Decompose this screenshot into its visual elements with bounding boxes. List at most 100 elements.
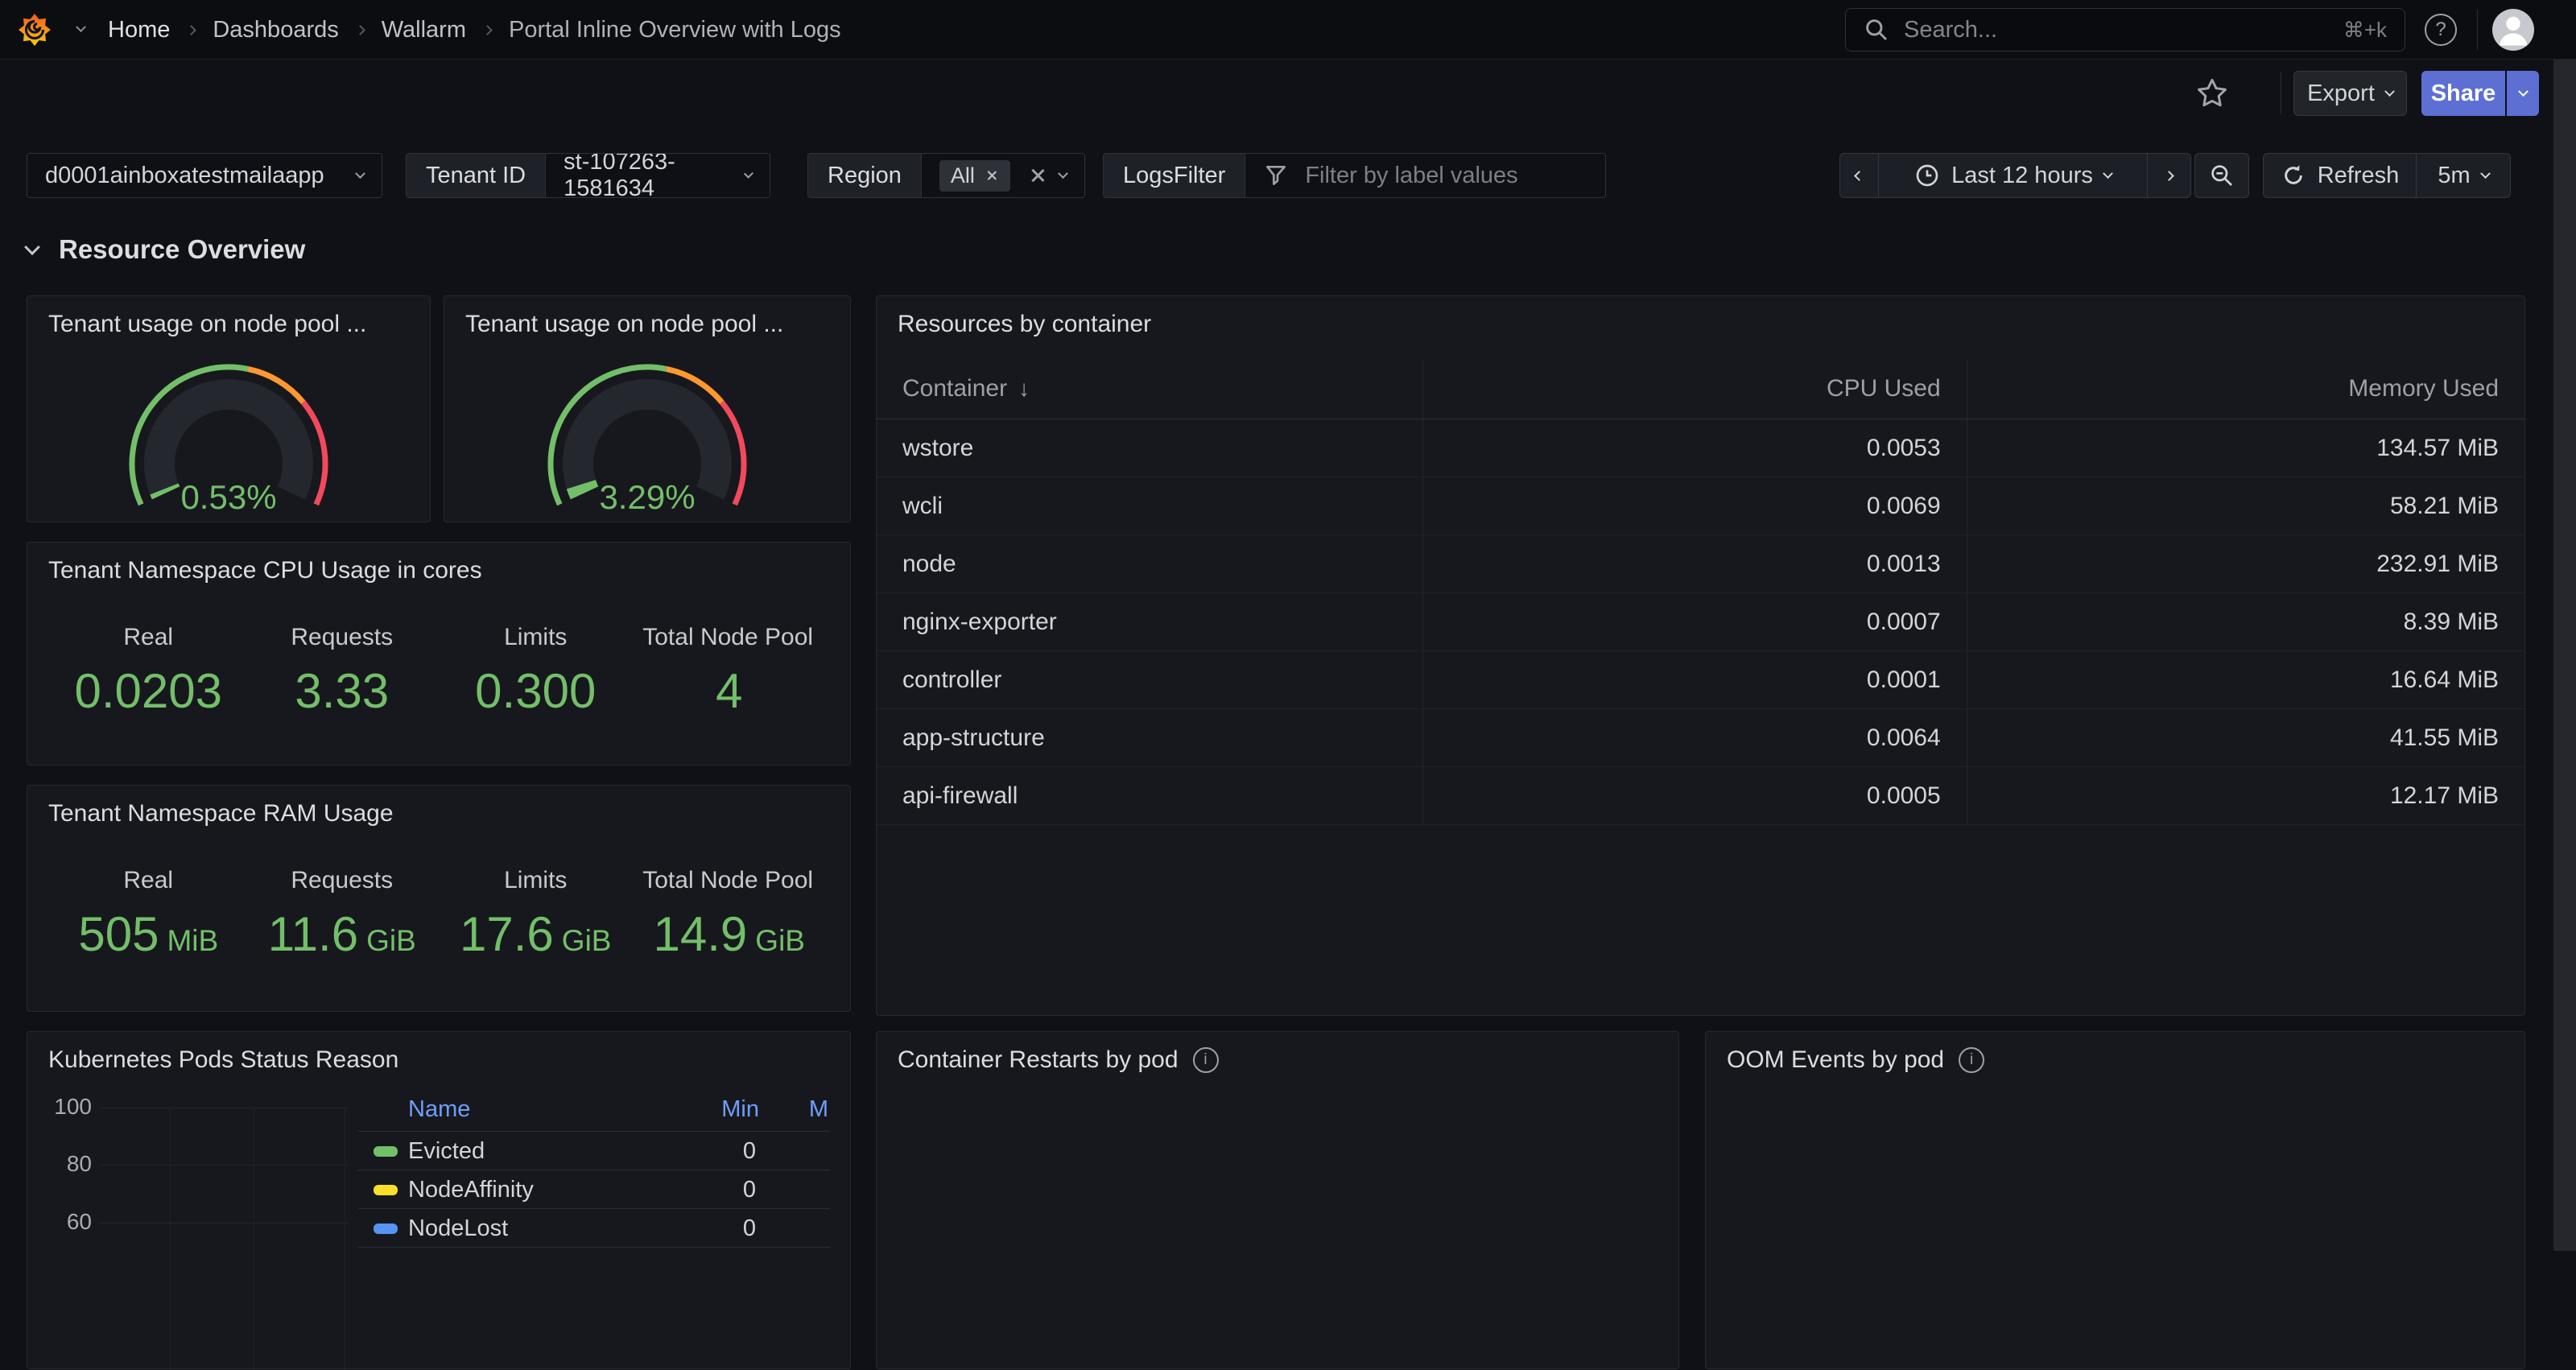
legend-header-max[interactable]: M — [809, 1096, 828, 1123]
zoom-out-time-button[interactable] — [2194, 153, 2249, 198]
top-nav-bar: HomeDashboardsWallarmPortal Inline Overv… — [0, 0, 2576, 60]
export-label: Export — [2307, 80, 2375, 107]
panel-resources-by-container: Resources by container Container ↓ CPU U… — [876, 295, 2525, 1016]
legend-header-min[interactable]: Min — [721, 1096, 759, 1123]
stat-label: Real — [123, 865, 173, 896]
region-chip[interactable]: All — [939, 160, 1010, 192]
stat: Total Node Pool4 — [633, 621, 827, 716]
time-range-picker-button[interactable]: Last 12 hours — [1878, 154, 2147, 197]
legend-series-name[interactable]: NodeAffinity — [408, 1177, 534, 1203]
refresh-interval-label: 5m — [2438, 163, 2470, 189]
panel-title[interactable]: OOM Events by pod i — [1727, 1046, 1984, 1074]
section-resource-overview[interactable]: Resource Overview — [27, 232, 305, 267]
breadcrumb-item[interactable]: Dashboards — [213, 17, 338, 43]
user-avatar[interactable] — [2492, 9, 2534, 51]
panel-title[interactable]: Container Restarts by pod i — [898, 1046, 1219, 1074]
breadcrumb: HomeDashboardsWallarmPortal Inline Overv… — [108, 0, 841, 60]
variable-tenant-dropdown[interactable]: Tenant ID st-107263-1581634 — [406, 153, 770, 198]
info-icon[interactable]: i — [1959, 1047, 1984, 1073]
stat: Total Node Pool14.9GiB — [633, 865, 827, 959]
stat: Real505MiB — [52, 865, 246, 959]
info-icon[interactable]: i — [1193, 1047, 1219, 1073]
share-dropdown-button[interactable] — [2507, 71, 2539, 116]
cell-memory-used: 12.17 MiB — [1967, 767, 2524, 824]
time-shift-forward-button[interactable] — [2147, 154, 2190, 197]
stat-label: Total Node Pool — [642, 621, 815, 653]
gauge: 3.29% — [518, 359, 776, 520]
export-button[interactable]: Export — [2293, 71, 2407, 116]
cell-memory-used: 16.64 MiB — [1967, 651, 2524, 708]
refresh-controls: Refresh 5m — [2263, 153, 2511, 198]
column-header-memory[interactable]: Memory Used — [1967, 359, 2524, 419]
sort-desc-icon: ↓ — [1018, 376, 1030, 402]
table-row: node0.0013232.91 MiB — [877, 535, 2524, 593]
panel-title[interactable]: Kubernetes Pods Status Reason — [48, 1046, 398, 1074]
cell-cpu-used: 0.0005 — [1422, 767, 1966, 824]
grafana-logo[interactable] — [18, 13, 52, 47]
panel-title[interactable]: Tenant Namespace RAM Usage — [48, 800, 394, 827]
legend-header-name[interactable]: Name — [408, 1096, 470, 1123]
legend-series-name[interactable]: NodeLost — [408, 1215, 508, 1242]
stat-value: 17.6GiB — [460, 910, 611, 959]
variable-logsfilter-input-wrap[interactable] — [1245, 154, 1606, 197]
section-title: Resource Overview — [59, 234, 305, 265]
help-icon[interactable]: ? — [2425, 14, 2457, 46]
stat-value: 3.33 — [295, 667, 389, 716]
breadcrumb-item[interactable]: Home — [108, 17, 170, 43]
legend-min-value: 0 — [743, 1177, 756, 1203]
legend-row: NodeLost0 — [358, 1209, 830, 1248]
scrollbar-track[interactable] — [2553, 60, 2576, 1251]
variable-region-dropdown[interactable]: Region All — [807, 153, 1085, 198]
favorite-star-icon[interactable] — [2195, 76, 2229, 110]
series-swatch-icon — [374, 1185, 398, 1195]
variable-logsfilter[interactable]: LogsFilter — [1103, 153, 1606, 198]
variable-region-value[interactable]: All — [922, 154, 1084, 197]
variable-tenant-value[interactable]: st-107263-1581634 — [546, 154, 770, 197]
cell-container: node — [877, 551, 1422, 578]
refresh-interval-dropdown[interactable]: 5m — [2416, 154, 2510, 197]
legend-series-name[interactable]: Evicted — [408, 1138, 485, 1165]
person-icon — [2492, 9, 2534, 51]
cell-memory-used: 58.21 MiB — [1967, 477, 2524, 534]
search-input[interactable] — [1902, 16, 2330, 44]
panel-title[interactable]: Tenant usage on node pool ... — [465, 311, 783, 338]
stat: Limits0.300 — [439, 621, 633, 716]
chip-remove-icon[interactable] — [987, 171, 997, 181]
table-row: controller0.000116.64 MiB — [877, 651, 2524, 709]
nav-divider — [2477, 10, 2478, 50]
cell-memory-used: 8.39 MiB — [1967, 593, 2524, 650]
panel-pods-status-reason: Kubernetes Pods Status Reason 1008060 Na… — [27, 1031, 851, 1369]
panel-title[interactable]: Tenant usage on node pool ... — [48, 311, 366, 338]
time-shift-back-button[interactable] — [1840, 154, 1878, 197]
chevron-down-icon — [2103, 168, 2113, 179]
variable-app-value[interactable]: d0001ainboxatestmailaapp — [27, 154, 382, 197]
table-row: wcli0.006958.21 MiB — [877, 477, 2524, 535]
clock-icon — [1914, 163, 1940, 188]
clear-icon[interactable] — [1030, 168, 1045, 183]
share-button[interactable]: Share — [2421, 71, 2505, 116]
column-header-cpu[interactable]: CPU Used — [1422, 359, 1966, 419]
variable-app-dropdown[interactable]: d0001ainboxatestmailaapp — [27, 153, 382, 198]
stat-value: 11.6GiB — [268, 910, 416, 959]
breadcrumb-item[interactable]: Wallarm — [382, 17, 466, 43]
chevron-down-icon — [2480, 168, 2491, 179]
table-header-row: Container ↓ CPU Used Memory Used — [877, 359, 2524, 419]
cell-container: wcli — [877, 493, 1422, 520]
breadcrumb-separator-icon — [186, 25, 196, 35]
chevron-down-icon — [355, 168, 365, 179]
stat: Limits17.6GiB — [439, 865, 633, 959]
stat-label: Total Node Pool — [642, 865, 815, 896]
refresh-button[interactable]: Refresh — [2264, 154, 2416, 197]
y-axis-tick: 100 — [50, 1094, 92, 1120]
label-filter-input[interactable] — [1303, 162, 1606, 190]
cell-container: app-structure — [877, 724, 1422, 752]
gridline — [99, 1223, 349, 1224]
org-switcher-chevron-icon[interactable] — [76, 22, 86, 32]
variable-tenant-label: Tenant ID — [407, 154, 546, 197]
legend-row: Evicted0 — [358, 1132, 830, 1170]
panel-title[interactable]: Tenant Namespace CPU Usage in cores — [48, 557, 482, 584]
column-header-container[interactable]: Container ↓ — [877, 375, 1422, 402]
global-search[interactable]: ⌘+k — [1845, 8, 2405, 52]
variable-logsfilter-label: LogsFilter — [1104, 154, 1245, 197]
panel-title[interactable]: Resources by container — [898, 311, 1151, 338]
